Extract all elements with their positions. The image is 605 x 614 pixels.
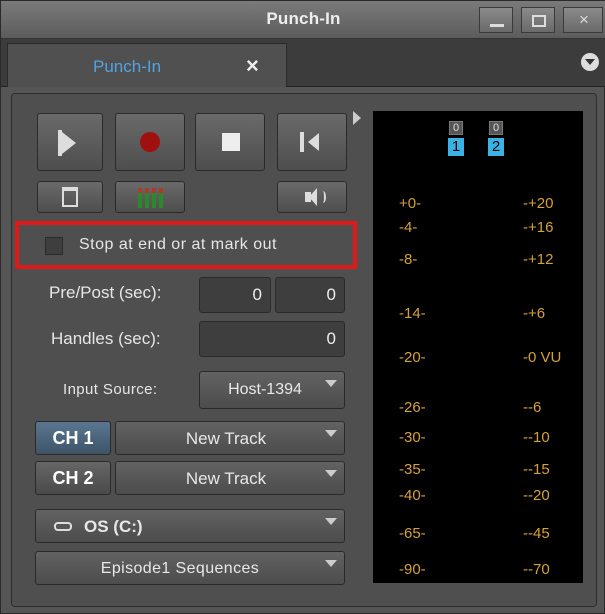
chevron-down-icon: [325, 430, 337, 437]
scale-right-tick: -+12: [523, 251, 554, 268]
mark-in-button[interactable]: [277, 113, 347, 171]
scale-left-tick: -26-: [399, 399, 426, 416]
tab-options-icon[interactable]: [581, 53, 599, 71]
window-close-button[interactable]: ×: [563, 7, 603, 33]
audio-button[interactable]: [277, 181, 347, 213]
scale-left-tick: -14-: [399, 305, 426, 322]
minimize-button[interactable]: [479, 7, 513, 33]
scale-right-tick: -+20: [523, 195, 554, 212]
stop-at-end-highlight: Stop at end or at mark out: [15, 221, 357, 269]
tab-bar: Punch-In ×: [1, 39, 605, 87]
handles-field[interactable]: 0: [199, 321, 345, 357]
delete-button[interactable]: [37, 181, 103, 213]
scale-left-tick: -4-: [399, 219, 418, 236]
mark-in-icon: [308, 133, 319, 151]
scale-right-tick: -0 VU: [523, 349, 562, 366]
speaker-icon: [305, 188, 317, 206]
chevron-down-icon: [325, 560, 337, 567]
trash-icon: [62, 187, 78, 207]
stop-button[interactable]: [195, 113, 265, 171]
channel-1-track-dropdown[interactable]: New Track: [115, 421, 345, 455]
scale-right-tick: --20: [523, 487, 550, 504]
scale-right-tick: --15: [523, 461, 550, 478]
maximize-button[interactable]: [521, 7, 555, 33]
bin-dropdown[interactable]: Episode1 Sequences: [35, 551, 345, 585]
scale-right-tick: --70: [523, 561, 550, 578]
tab-punch-in[interactable]: Punch-In ×: [7, 43, 287, 87]
scale-right-tick: -+6: [523, 305, 546, 322]
window-title: Punch-In: [266, 9, 341, 28]
speaker-wave-icon: [320, 191, 326, 203]
channel-1-clip-indicator[interactable]: 0: [449, 121, 463, 135]
channel-1-button[interactable]: CH 1: [35, 421, 111, 455]
audio-meter: 0 0 1 2 +0- -4- -8- -14- -20- -26- -30- …: [373, 111, 583, 583]
expand-arrow-icon[interactable]: [353, 111, 361, 125]
input-source-value: Host-1394: [228, 381, 302, 398]
chevron-down-icon: [325, 380, 337, 387]
channel-1-track: New Track: [185, 429, 267, 448]
handles-label: Handles (sec):: [51, 329, 161, 348]
channel-2-clip-indicator[interactable]: 0: [489, 121, 503, 135]
input-source-dropdown[interactable]: Host-1394: [199, 371, 345, 409]
scale-right-tick: -+16: [523, 219, 554, 236]
play-button[interactable]: [37, 113, 103, 171]
channel-2-indicator: 2: [488, 138, 504, 156]
post-field[interactable]: 0: [275, 277, 345, 313]
chevron-down-icon: [325, 470, 337, 477]
scale-left-tick: -40-: [399, 487, 426, 504]
scale-left-tick: -8-: [399, 251, 418, 268]
channel-2-track: New Track: [185, 469, 267, 488]
scale-right-tick: --6: [523, 399, 542, 416]
drive-icon: [54, 522, 72, 531]
scale-left-tick: -20-: [399, 349, 426, 366]
record-icon: [140, 132, 160, 152]
stop-at-end-checkbox[interactable]: [45, 237, 63, 255]
channel-2-track-dropdown[interactable]: New Track: [115, 461, 345, 495]
scale-left-tick: -30-: [399, 429, 426, 446]
scale-left-tick: -35-: [399, 461, 426, 478]
scale-right-tick: --45: [523, 525, 550, 542]
title-bar[interactable]: Punch-In ×: [1, 1, 605, 39]
play-icon: [62, 132, 76, 154]
channel-2-button[interactable]: CH 2: [35, 461, 111, 495]
mark-in-icon: [300, 132, 304, 152]
close-icon: ×: [579, 10, 589, 29]
prepost-label: Pre/Post (sec):: [49, 283, 162, 302]
pre-field[interactable]: 0: [199, 277, 271, 313]
record-button[interactable]: [115, 113, 185, 171]
maximize-icon: [532, 15, 546, 27]
scale-left-tick: -90-: [399, 561, 426, 578]
channel-1-indicator: 1: [448, 138, 464, 156]
chevron-down-icon: [325, 518, 337, 525]
meters-icon: [138, 188, 164, 208]
tab-label: Punch-In: [93, 57, 162, 76]
punch-in-window: Punch-In × Punch-In × Stop at end or at …: [0, 0, 605, 614]
bin-value: Episode1 Sequences: [100, 560, 260, 577]
minimize-icon: [490, 24, 504, 27]
meters-button[interactable]: [115, 181, 185, 213]
scale-left-tick: +0-: [399, 195, 422, 212]
stop-at-end-label: Stop at end or at mark out: [79, 236, 277, 253]
stop-icon: [222, 133, 240, 151]
drive-dropdown[interactable]: OS (C:): [35, 509, 345, 543]
tab-close-icon[interactable]: ×: [246, 53, 259, 79]
scale-left-tick: -65-: [399, 525, 426, 542]
scale-right-tick: --10: [523, 429, 550, 446]
input-source-label: Input Source:: [63, 381, 158, 398]
drive-value: OS (C:): [84, 517, 143, 536]
